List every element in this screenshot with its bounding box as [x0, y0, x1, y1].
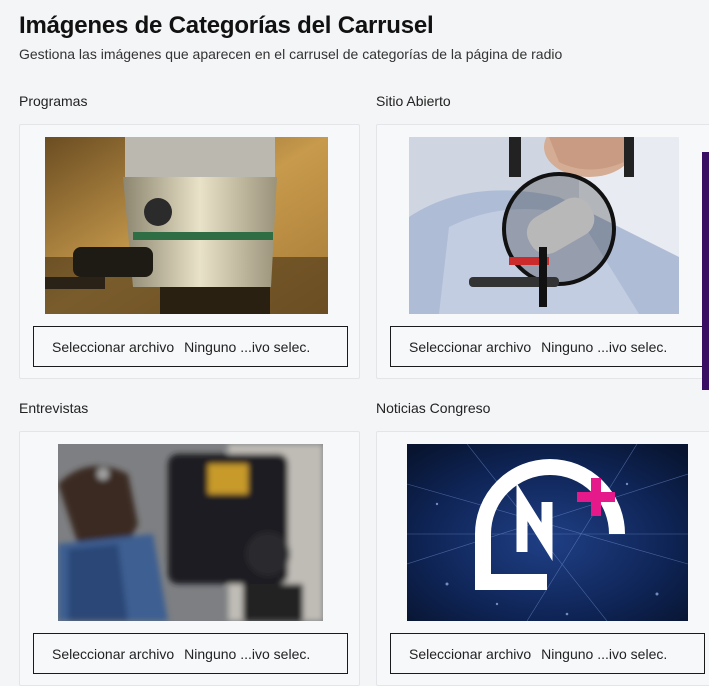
select-file-button-noticias-congreso[interactable]: Seleccionar archivo Ninguno ...ivo selec…	[390, 633, 705, 674]
category-card-noticias-congreso: Seleccionar archivo Ninguno ...ivo selec…	[376, 431, 709, 686]
select-file-button-label: Seleccionar archivo	[409, 645, 532, 662]
category-label-programas: Programas	[19, 93, 88, 109]
page-subtitle: Gestiona las imágenes que aparecen en el…	[19, 46, 563, 62]
category-label-sitio-abierto: Sitio Abierto	[376, 93, 451, 109]
page-title: Imágenes de Categorías del Carrusel	[19, 12, 434, 39]
category-image-programas	[45, 137, 328, 314]
category-image-entrevistas	[58, 444, 323, 621]
file-status-text: Ninguno ...ivo selec.	[541, 645, 668, 662]
select-file-button-label: Seleccionar archivo	[52, 338, 175, 355]
file-status-text: Ninguno ...ivo selec.	[184, 338, 311, 355]
select-file-button-label: Seleccionar archivo	[409, 338, 532, 355]
category-card-programas: Seleccionar archivo Ninguno ...ivo selec…	[19, 124, 360, 379]
category-card-entrevistas: Seleccionar archivo Ninguno ...ivo selec…	[19, 431, 360, 686]
category-label-entrevistas: Entrevistas	[19, 400, 89, 416]
select-file-button-programas[interactable]: Seleccionar archivo Ninguno ...ivo selec…	[33, 326, 348, 367]
select-file-button-sitio-abierto[interactable]: Seleccionar archivo Ninguno ...ivo selec…	[390, 326, 705, 367]
category-card-sitio-abierto: Seleccionar archivo Ninguno ...ivo selec…	[376, 124, 709, 379]
category-image-noticias-congreso	[407, 444, 688, 621]
select-file-button-entrevistas[interactable]: Seleccionar archivo Ninguno ...ivo selec…	[33, 633, 348, 674]
file-status-text: Ninguno ...ivo selec.	[541, 338, 668, 355]
category-label-noticias-congreso: Noticias Congreso	[376, 400, 491, 416]
select-file-button-label: Seleccionar archivo	[52, 645, 175, 662]
category-image-sitio-abierto	[409, 137, 679, 314]
file-status-text: Ninguno ...ivo selec.	[184, 645, 311, 662]
sidebar-accent-bar	[702, 152, 709, 390]
